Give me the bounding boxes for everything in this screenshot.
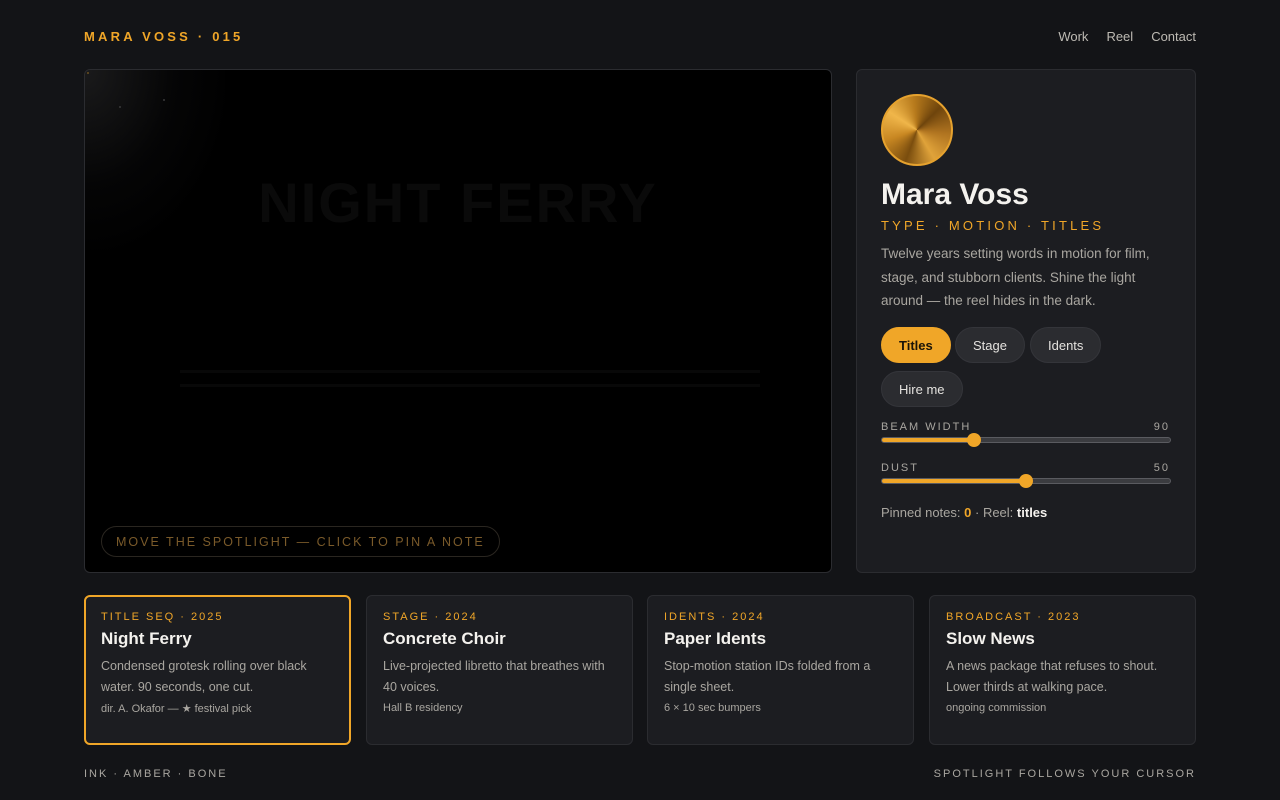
notes-count: 0 xyxy=(964,505,972,520)
nav-link-contact[interactable]: Contact xyxy=(1151,29,1196,44)
dust-label: DUST 50 xyxy=(881,462,1170,474)
nav-link-reel[interactable]: Reel xyxy=(1106,29,1133,44)
reel-label: · Reel: xyxy=(975,505,1014,520)
hire-me-button[interactable]: Hire me xyxy=(881,371,963,407)
beam-width-label: BEAM WIDTH 90 xyxy=(881,421,1170,433)
project-card-concrete-choir[interactable]: STAGE · 2024 Concrete Choir Live-project… xyxy=(366,595,633,745)
main-nav: Work Reel Contact xyxy=(1058,29,1196,44)
profile-bio: Twelve years setting words in motion for… xyxy=(881,246,1150,308)
card-footnote: 6 × 10 sec bumpers xyxy=(664,702,761,714)
chip-stage[interactable]: Stage xyxy=(955,327,1025,363)
beam-width-thumb[interactable] xyxy=(967,433,982,447)
card-meta: TITLE SEQ · 2025 xyxy=(101,611,224,623)
dust-particle xyxy=(119,106,121,108)
dust-particle xyxy=(87,72,89,74)
dust-name: DUST xyxy=(881,462,919,474)
dust-fill xyxy=(882,479,1026,483)
dust-value: 50 xyxy=(1153,462,1170,474)
card-description: Live-projected libretto that breathes wi… xyxy=(383,659,605,694)
beam-width-slider[interactable] xyxy=(881,433,1171,447)
profile-role: TYPE · MOTION · TITLES xyxy=(881,218,1105,233)
hidden-reel-title: NIGHT FERRY xyxy=(258,171,658,234)
project-card-paper-idents[interactable]: IDENTS · 2024 Paper Idents Stop-motion s… xyxy=(647,595,914,745)
pinned-notes-status: Pinned notes: 0 · Reel: titles xyxy=(881,505,1047,520)
chip-idents[interactable]: Idents xyxy=(1030,327,1102,363)
card-description: Stop-motion station IDs folded from a si… xyxy=(664,659,871,694)
dust-slider[interactable] xyxy=(881,474,1171,488)
card-title: Concrete Choir xyxy=(383,629,506,648)
avatar xyxy=(881,94,953,166)
dust-particle xyxy=(163,99,165,101)
footer-tagline: SPOTLIGHT FOLLOWS YOUR CURSOR xyxy=(933,768,1196,780)
card-meta: IDENTS · 2024 xyxy=(664,611,765,623)
card-title: Paper Idents xyxy=(664,629,767,648)
profile-panel: Mara Voss TYPE · MOTION · TITLES Twelve … xyxy=(856,69,1196,573)
spotlight-stage[interactable]: NIGHT FERRY MOVE THE SPOTLIGHT — CLICK T… xyxy=(84,69,832,573)
reel-value: titles xyxy=(1016,505,1048,520)
beam-width-value: 90 xyxy=(1153,421,1170,433)
card-description: Condensed grotesk rolling over black wat… xyxy=(101,659,307,694)
card-footnote: ongoing commission xyxy=(946,702,1047,714)
card-footnote: Hall B residency xyxy=(383,702,463,714)
card-title: Night Ferry xyxy=(101,629,192,648)
spotlight-hint: MOVE THE SPOTLIGHT — CLICK TO PIN A NOTE xyxy=(101,526,500,557)
card-description: A news package that refuses to shout. Lo… xyxy=(946,659,1158,694)
footer-palette: INK · AMBER · BONE xyxy=(84,768,228,780)
card-footnote: dir. A. Okafor — ★ festival pick xyxy=(101,703,252,715)
nav-link-work[interactable]: Work xyxy=(1058,29,1088,44)
profile-name: Mara Voss xyxy=(881,178,1029,211)
hidden-rule xyxy=(180,384,760,387)
brand-logo[interactable]: MARA VOSS · 015 xyxy=(84,29,244,44)
dust-thumb[interactable] xyxy=(1019,474,1033,488)
top-bar: MARA VOSS · 015 Work Reel Contact xyxy=(84,26,1196,46)
card-title: Slow News xyxy=(946,629,1035,648)
hidden-rule xyxy=(180,370,760,373)
page-footer: INK · AMBER · BONE SPOTLIGHT FOLLOWS YOU… xyxy=(84,768,1196,780)
notes-label: Pinned notes: xyxy=(881,505,961,520)
beam-width-name: BEAM WIDTH xyxy=(881,421,972,433)
project-card-night-ferry[interactable]: TITLE SEQ · 2025 Night Ferry Condensed g… xyxy=(84,595,351,745)
chip-titles[interactable]: Titles xyxy=(881,327,951,363)
card-meta: BROADCAST · 2023 xyxy=(946,611,1081,623)
beam-width-fill xyxy=(882,438,975,442)
project-card-slow-news[interactable]: BROADCAST · 2023 Slow News A news packag… xyxy=(929,595,1196,745)
card-meta: STAGE · 2024 xyxy=(383,611,478,623)
